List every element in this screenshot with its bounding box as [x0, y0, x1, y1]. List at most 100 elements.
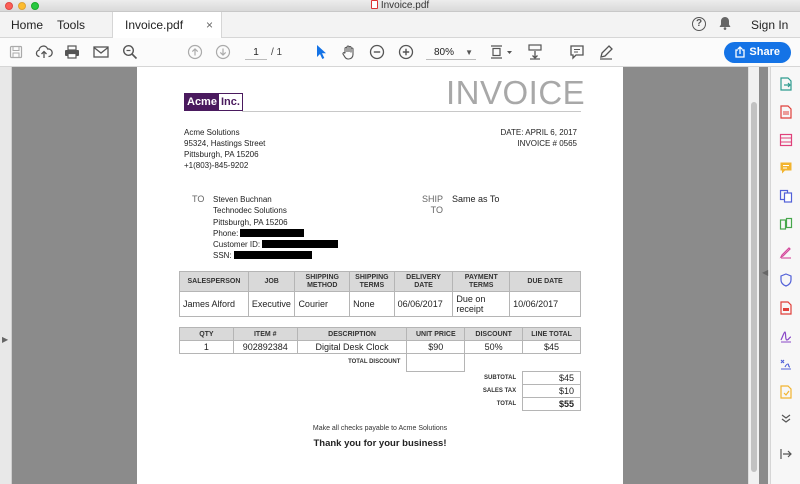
- empty-cell: [180, 372, 465, 385]
- total-discount-label: TOTAL DISCOUNT: [348, 359, 401, 366]
- table-cell: 50%: [464, 340, 524, 354]
- zoom-level-select[interactable]: 80% ▼: [426, 45, 476, 60]
- column-header: DISCOUNT: [464, 327, 524, 341]
- redaction-bar: [233, 251, 312, 260]
- empty-cell: [465, 354, 581, 372]
- ship-label-line-1: SHIP: [422, 194, 444, 204]
- print-icon[interactable]: [63, 43, 81, 61]
- invoice-number: INVOICE # 0565: [517, 139, 577, 148]
- table-cell: Due on receipt: [452, 291, 511, 317]
- table-cell: Executive: [247, 291, 296, 317]
- customer-phone-line: Phone:: [213, 228, 338, 239]
- sales-tax-label: SALES TAX: [482, 387, 517, 394]
- table-cell: Digital Desk Clock: [296, 340, 408, 354]
- page-total: / 1: [271, 47, 283, 58]
- payable-note: Make all checks payable to Acme Solution…: [312, 425, 448, 432]
- redact-icon[interactable]: [779, 301, 793, 315]
- customer-company: Technodec Solutions: [213, 206, 287, 216]
- customer-city: Pittsburgh, PA 15206: [213, 217, 288, 227]
- table-row: 1 902892384 Digital Desk Clock $90 50% $…: [179, 340, 581, 354]
- main-toolbar: 1 / 1 80% ▼ Share: [0, 38, 800, 67]
- vertical-scrollbar[interactable]: [748, 67, 759, 484]
- company-name: Acme Solutions: [184, 128, 240, 137]
- next-page-icon[interactable]: [214, 43, 232, 61]
- invoice-meta: DATE: APRIL 6, 2017 INVOICE # 0565: [501, 127, 577, 149]
- right-tools-panel: [770, 67, 800, 484]
- redaction-bar: [240, 228, 305, 237]
- edit-pdf-icon[interactable]: [779, 133, 793, 147]
- notification-bell-icon[interactable]: [719, 16, 731, 35]
- save-icon[interactable]: [7, 43, 25, 61]
- hand-tool-icon[interactable]: [340, 43, 358, 61]
- table-cell: 1: [179, 340, 234, 354]
- tab-home[interactable]: Home: [11, 12, 43, 38]
- collapse-pane-icon[interactable]: [779, 447, 793, 461]
- scrollbar-thumb[interactable]: [751, 102, 757, 472]
- share-button[interactable]: Share: [724, 42, 791, 63]
- zoom-in-icon[interactable]: [397, 43, 415, 61]
- sales-info-table: SALESPERSON JOB SHIPPING METHOD SHIPPING…: [179, 271, 581, 317]
- table-row: James Alford Executive Courier None 06/0…: [179, 291, 581, 317]
- certificate-icon[interactable]: [779, 357, 793, 371]
- total-label: TOTAL: [496, 400, 517, 407]
- tab-document-label: Invoice.pdf: [125, 18, 184, 32]
- expand-left-panel-icon[interactable]: ▶: [2, 335, 8, 344]
- ship-to-label: SHIP TO: [422, 194, 443, 216]
- invoice-title: INVOICE: [446, 74, 586, 111]
- left-panel-toggle[interactable]: ▶: [0, 67, 12, 484]
- column-header: LINE TOTAL: [522, 327, 581, 341]
- table-header-row: QTY ITEM # DESCRIPTION UNIT PRICE DISCOU…: [179, 327, 581, 341]
- page-number-input[interactable]: 1: [245, 45, 267, 60]
- thank-you-note: Thank you for your business!: [313, 438, 447, 449]
- zoom-out-icon[interactable]: [368, 43, 386, 61]
- collapse-right-panel-icon[interactable]: ◀: [762, 268, 768, 277]
- more-tools-chevron-icon[interactable]: [779, 411, 793, 425]
- column-header: PAYMENT TERMS: [452, 271, 511, 292]
- tab-document[interactable]: Invoice.pdf ×: [112, 12, 222, 39]
- header-divider: [242, 111, 581, 112]
- tab-tools[interactable]: Tools: [57, 12, 85, 38]
- window-title: Invoice.pdf: [0, 0, 800, 12]
- sign-in-button[interactable]: Sign In: [751, 12, 788, 38]
- customer-ssn-line: SSN:: [213, 250, 338, 261]
- protect-shield-icon[interactable]: [779, 273, 793, 287]
- ship-to-value: Same as To: [452, 194, 500, 204]
- subtotal-label: SUBTOTAL: [484, 374, 517, 381]
- tab-close-icon[interactable]: ×: [206, 12, 213, 38]
- bill-to-block: Steven Buchnan Technodec Solutions Pitts…: [213, 194, 339, 262]
- scroll-mode-icon[interactable]: [526, 43, 544, 61]
- comment-icon[interactable]: [568, 43, 586, 61]
- comment-tool-icon[interactable]: [779, 161, 793, 175]
- phone-label: Phone:: [213, 228, 239, 238]
- send-for-signature-icon[interactable]: [779, 329, 793, 343]
- window-titlebar: Invoice.pdf: [0, 0, 800, 12]
- previous-page-icon[interactable]: [186, 43, 204, 61]
- column-header: DESCRIPTION: [296, 327, 408, 341]
- sales-tax-value: $10: [522, 384, 581, 398]
- total-value: $55: [522, 397, 581, 411]
- table-cell: 10/06/2017: [509, 291, 581, 317]
- table-cell: $45: [522, 340, 581, 354]
- organize-pages-icon[interactable]: [779, 217, 793, 231]
- column-header: SHIPPING METHOD: [294, 271, 351, 292]
- select-cursor-icon[interactable]: [312, 43, 330, 61]
- help-icon[interactable]: ?: [692, 17, 706, 31]
- pdf-page: Acme Inc. INVOICE Acme Solutions 95324, …: [137, 67, 623, 484]
- company-street: 95324, Hastings Street: [184, 139, 266, 148]
- share-button-label: Share: [749, 46, 780, 58]
- create-pdf-icon[interactable]: [779, 105, 793, 119]
- company-logo: Acme Inc.: [184, 93, 243, 111]
- redaction-bar: [262, 240, 339, 249]
- export-pdf-icon[interactable]: [779, 77, 793, 91]
- highlight-pen-icon[interactable]: [597, 43, 615, 61]
- page-fit-icon[interactable]: [488, 43, 516, 61]
- column-header: DUE DATE: [509, 271, 581, 292]
- table-cell: None: [349, 291, 395, 317]
- email-icon[interactable]: [92, 43, 110, 61]
- fill-sign-icon[interactable]: [779, 245, 793, 259]
- cloud-upload-icon[interactable]: [35, 43, 53, 61]
- search-icon[interactable]: [121, 43, 139, 61]
- column-header: SHIPPING TERMS: [349, 271, 395, 292]
- combine-files-icon[interactable]: [779, 189, 793, 203]
- stamp-icon[interactable]: [779, 385, 793, 399]
